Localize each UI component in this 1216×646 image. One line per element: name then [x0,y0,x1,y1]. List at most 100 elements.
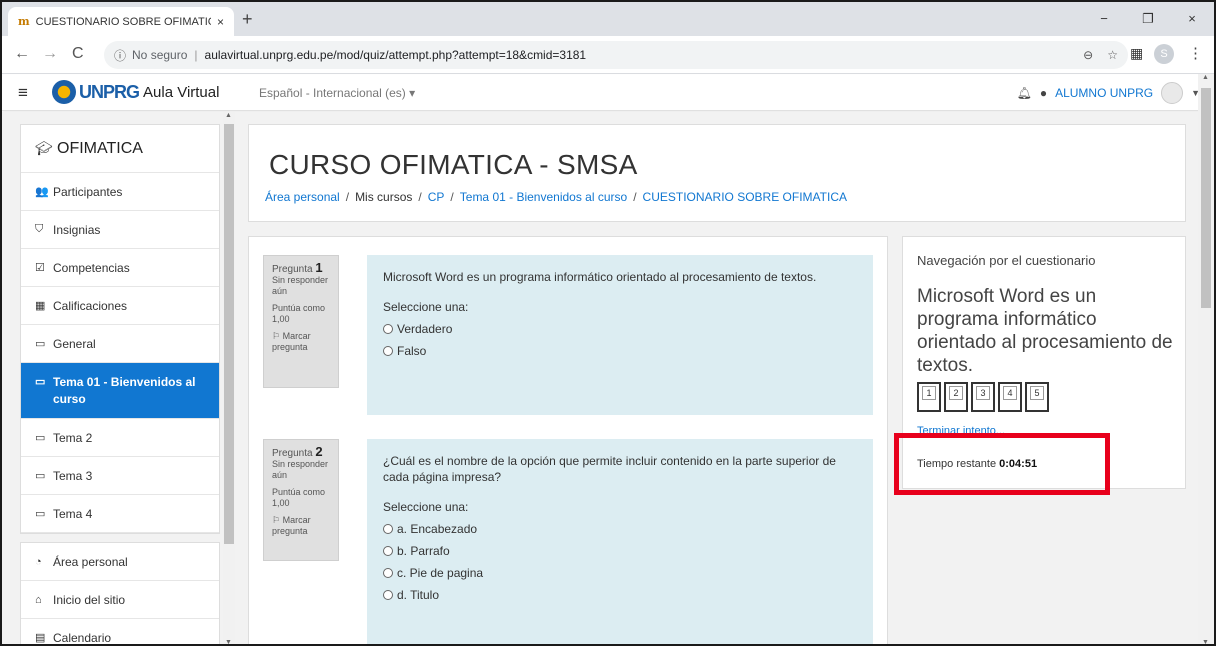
radio-button[interactable] [383,590,393,600]
question-number-1: Pregunta 1 [272,260,323,275]
option-falso[interactable]: Falso [383,343,857,359]
radio-button[interactable] [383,546,393,556]
sidebar-item[interactable]: ▦ Calificaciones [21,287,219,325]
page-scrollbar[interactable]: ▲ ▼ [1198,74,1214,644]
question-nav-button-1[interactable]: 1 [917,382,941,412]
sidebar-item[interactable]: ⌂ Inicio del sitio [21,581,219,619]
back-icon[interactable]: ← [14,45,30,63]
user-avatar[interactable] [1161,82,1184,104]
browser-window: m CUESTIONARIO SOBRE OFIMATIC × + − ❐ × … [0,0,1216,646]
radio-button[interactable] [383,324,393,334]
omnibox[interactable]: ⓘ No seguro | aulavirtual.unprg.edu.pe/m… [104,41,1128,69]
university-seal-icon [52,80,76,104]
sidebar-item[interactable]: ⛉ Insignias [21,211,219,249]
scrollbar-thumb[interactable] [1201,88,1211,308]
flag-question-2[interactable]: ⚐ Marcar pregunta [272,515,330,537]
minimize-button[interactable]: − [1082,2,1126,36]
close-window-button[interactable]: × [1170,2,1214,36]
dashboard-icon: ◔ [35,555,42,568]
question-body-2: ¿Cuál es el nombre de la opción que perm… [367,439,873,644]
sidebar-item[interactable]: ▭ General [21,325,219,363]
question-info-1: Pregunta 1 Sin responder aún Puntúa como… [263,255,339,388]
sidebar-item[interactable]: 👥 Participantes [21,173,219,211]
breadcrumb-tema[interactable]: Tema 01 - Bienvenidos al curso [460,190,627,204]
sidebar-item[interactable]: ◔ Área personal [21,543,219,581]
extensions-icon[interactable]: ▦ [1130,45,1143,62]
question-text-2: ¿Cuál es el nombre de la opción que perm… [383,454,836,484]
tab-title: CUESTIONARIO SOBRE OFIMATIC [35,15,211,28]
new-tab-button[interactable]: + [242,9,253,30]
flag-question-1[interactable]: ⚐ Marcar pregunta [272,331,330,353]
finish-attempt-link[interactable]: Terminar intento... [917,425,1005,433]
option-verdadero[interactable]: Verdadero [383,321,857,337]
sidebar-item[interactable]: ▭ Tema 4 [21,495,219,533]
radio-button[interactable] [383,524,393,534]
bell-icon[interactable]: 🔔︎ [1017,86,1032,100]
sidebar-item[interactable]: ▭ Tema 01 - Bienvenidos al curso [21,363,219,419]
info-icon[interactable]: ⓘ [114,47,126,64]
question-nav-button-4[interactable]: 4 [998,382,1022,412]
sidebar-item-label: Tema 2 [53,430,93,445]
scroll-up-icon[interactable]: ▲ [225,112,232,119]
chat-bubble-icon[interactable]: ● [1040,86,1047,100]
radio-button[interactable] [383,568,393,578]
brand-name: UNPRG [79,81,140,102]
calendar-icon: ▤ [35,632,46,644]
zoom-icon[interactable]: ⊖ [1083,48,1093,62]
sidebar-item[interactable]: ☑ Competencias [21,249,219,287]
site-nav-block: ◔ Área personal ⌂ Inicio del sitio ▤ Calendar… [20,542,220,645]
scroll-down-icon[interactable]: ▼ [225,639,232,644]
sidebar-item[interactable]: ▤ Calendario [21,619,219,645]
nav-drawer: 🎓︎ OFIMATICA 👥 Participantes ⛉ Insignias ☑ Co… [20,124,220,645]
breadcrumb-quiz[interactable]: CUESTIONARIO SOBRE OFIMATICA [643,190,847,204]
users-icon: 👥 [35,186,49,198]
option-a[interactable]: a. Encabezado [383,521,857,537]
browser-menu-icon[interactable]: ⋮ [1188,44,1203,62]
question-nav-button-5[interactable]: 5 [1025,382,1049,412]
question-nav-buttons: 1 2 3 4 5 [917,382,1049,412]
question-number-2: Pregunta 2 [272,444,323,459]
question-score-2: Puntúa como 1,00 [272,487,326,508]
scrollbar-thumb[interactable] [224,124,234,544]
user-nav: 🔔︎ ● ALUMNO UNPRG ▼ [1017,82,1200,104]
language-selector[interactable]: Español - Internacional (es) ▾ [259,86,415,100]
reload-icon[interactable]: C [72,45,84,63]
hamburger-menu-icon[interactable]: ≡ [18,83,28,103]
drawer-scrollbar[interactable]: ▲ ▼ [223,112,235,644]
browser-tab[interactable]: m CUESTIONARIO SOBRE OFIMATIC × [8,7,234,36]
question-info-2: Pregunta 2 Sin responder aún Puntúa como… [263,439,339,561]
sidebar-item[interactable]: ▭ Tema 3 [21,457,219,495]
scroll-down-icon[interactable]: ▼ [1202,639,1209,644]
moodle-navbar: ≡ UNPRG Aula Virtual Español - Internaci… [2,75,1214,111]
sidebar-item-course[interactable]: 🎓︎ OFIMATICA [21,125,219,173]
sidebar-item-label: Área personal [53,554,128,569]
question-body-1: Microsoft Word es un programa informátic… [367,255,873,415]
option-d[interactable]: d. Titulo [383,587,857,603]
question-nav-button-3[interactable]: 3 [971,382,995,412]
forward-icon[interactable]: → [42,45,58,63]
course-name: OFIMATICA [57,139,143,157]
question-status-2: Sin responder aún [272,459,329,480]
question-text-1: Microsoft Word es un programa informátic… [383,270,817,284]
user-name[interactable]: ALUMNO UNPRG [1055,86,1153,100]
site-name: Aula Virtual [143,83,220,101]
tab-close-icon[interactable]: × [217,15,224,29]
site-logo[interactable]: UNPRG Aula Virtual [52,80,219,104]
question-nav-button-2[interactable]: 2 [944,382,968,412]
folder-icon: ▭ [35,470,46,482]
option-c[interactable]: c. Pie de pagina [383,565,857,581]
sidebar-item[interactable]: ▭ Tema 2 [21,419,219,457]
bookmark-star-icon[interactable]: ☆ [1107,48,1118,62]
url-text[interactable]: aulavirtual.unprg.edu.pe/mod/quiz/attemp… [205,48,587,62]
restore-button[interactable]: ❐ [1126,2,1170,36]
scroll-up-icon[interactable]: ▲ [1202,74,1209,81]
breadcrumb-area-personal[interactable]: Área personal [265,190,340,204]
site-nav-items: ◔ Área personal ⌂ Inicio del sitio ▤ Calendar… [21,543,219,645]
breadcrumb-cp[interactable]: CP [428,190,445,204]
url-separator: | [194,48,198,62]
option-b[interactable]: b. Parrafo [383,543,857,559]
sidebar-item-label: Tema 3 [53,468,93,483]
radio-button[interactable] [383,346,393,356]
page-header: CURSO OFIMATICA - SMSA Área personal / Mis… [248,124,1186,222]
profile-avatar[interactable]: S [1154,44,1174,64]
